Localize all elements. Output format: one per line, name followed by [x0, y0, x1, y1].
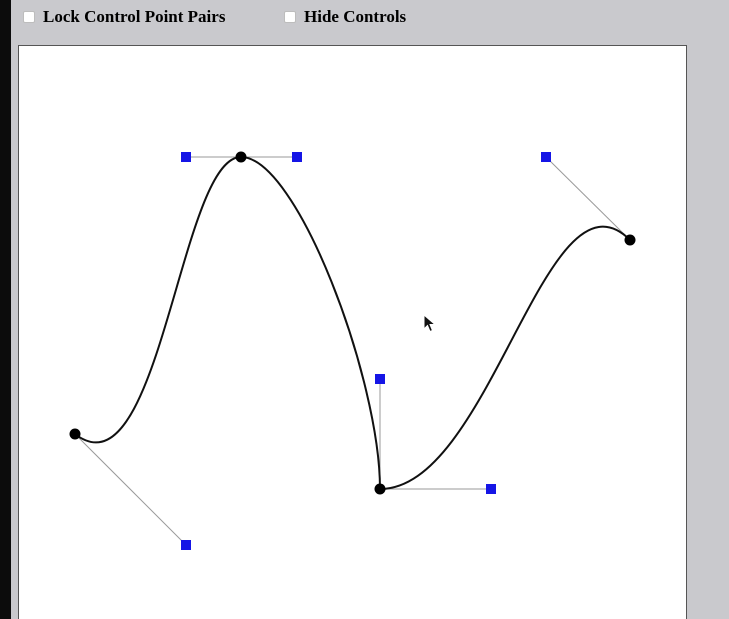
control-handle[interactable] — [181, 540, 191, 550]
handle-line — [74, 433, 187, 546]
control-handle[interactable] — [541, 152, 551, 162]
control-handle[interactable] — [486, 484, 496, 494]
bezier-path — [74, 155, 631, 491]
control-handle[interactable] — [181, 152, 191, 162]
bezier-curve-layer — [69, 151, 636, 550]
control-handle[interactable] — [292, 152, 302, 162]
handle-line — [545, 156, 631, 241]
control-handles[interactable] — [181, 152, 551, 550]
anchor-point[interactable] — [374, 483, 386, 495]
anchor-point[interactable] — [235, 151, 247, 163]
mouse-pointer-icon — [423, 314, 437, 333]
anchor-points[interactable] — [69, 151, 636, 495]
anchor-point[interactable] — [69, 428, 81, 440]
anchor-point[interactable] — [624, 234, 636, 246]
control-handle[interactable] — [375, 374, 385, 384]
